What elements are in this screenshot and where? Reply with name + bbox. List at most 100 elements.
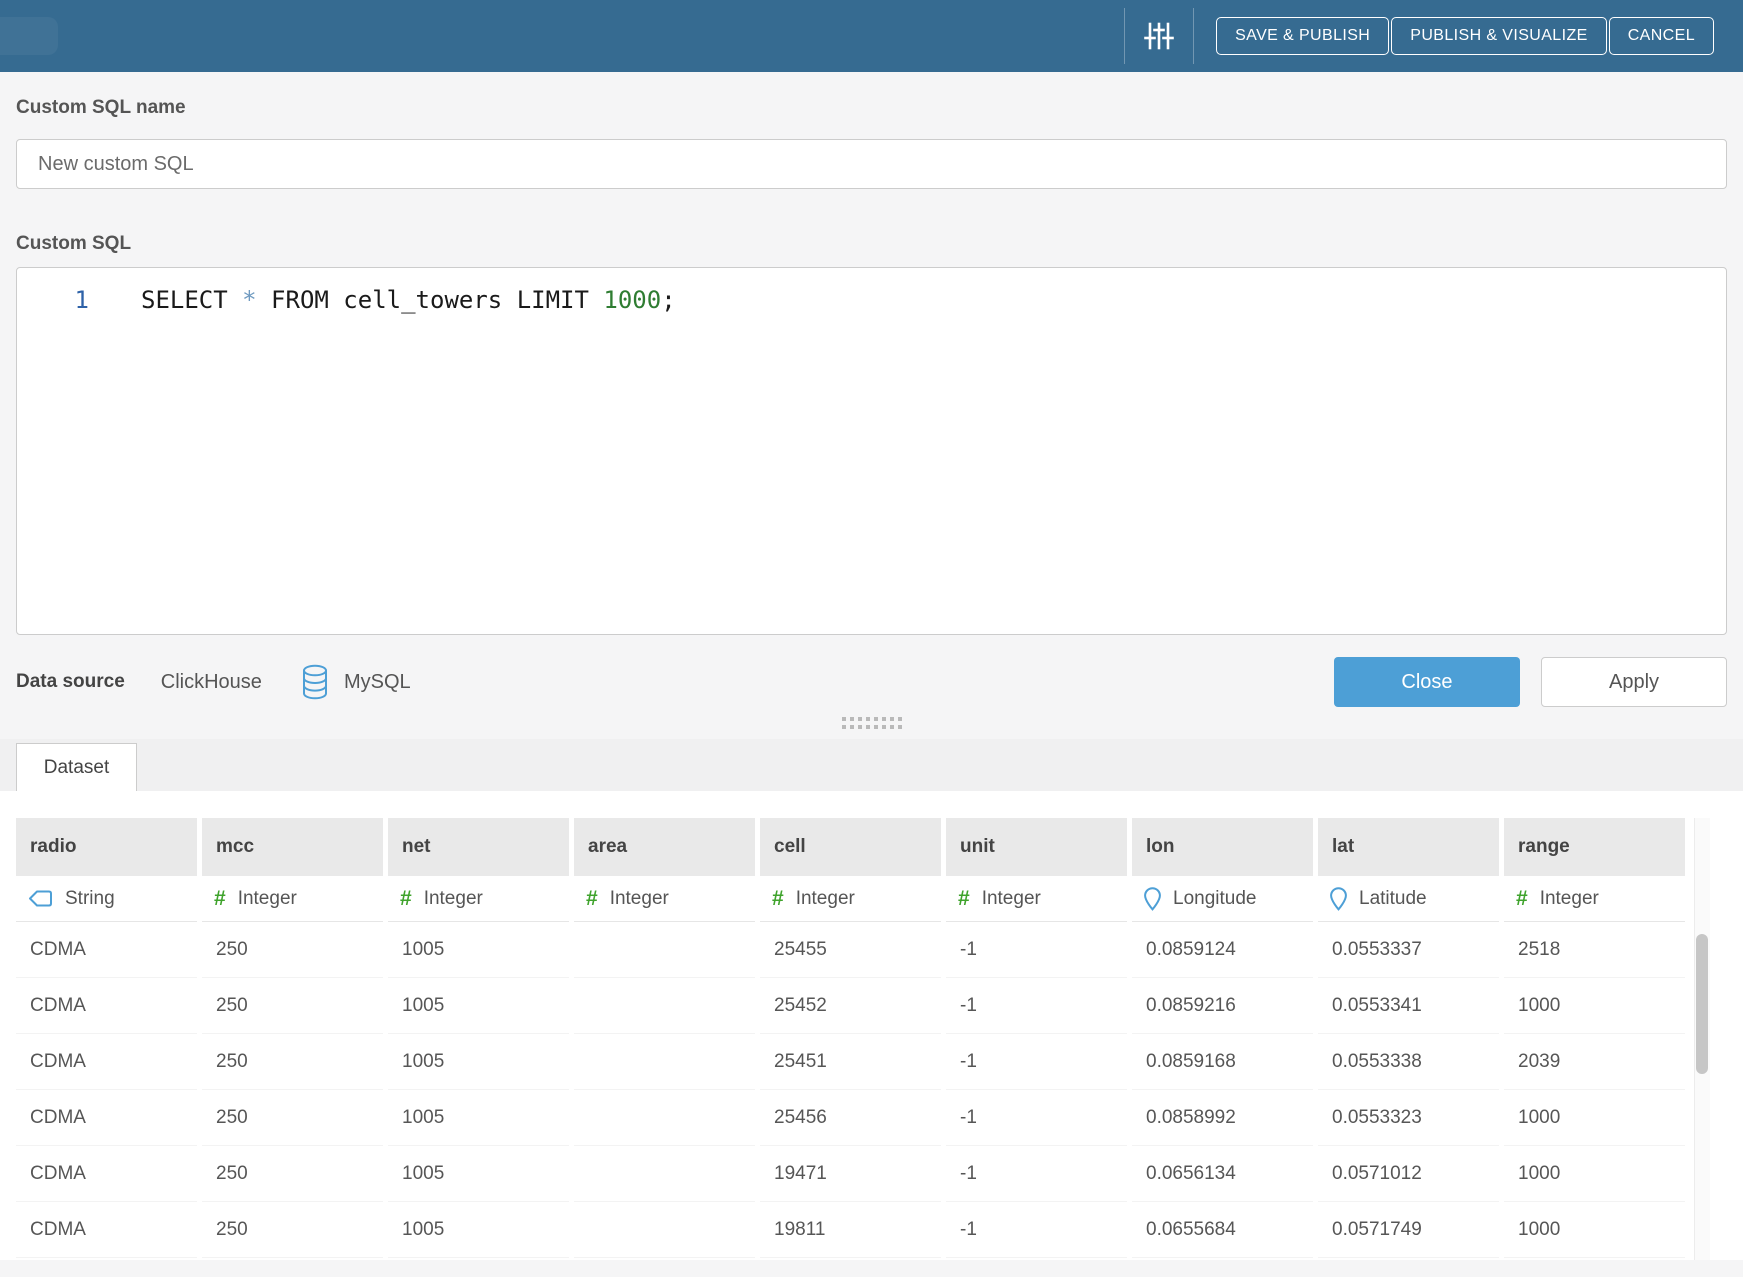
cell-mcc: 250 <box>202 922 383 978</box>
string-type-icon <box>28 889 53 908</box>
data-source-options: ClickHouse MySQL <box>125 664 411 700</box>
column-header-cell[interactable]: cell <box>760 818 941 876</box>
panel-splitter[interactable] <box>0 707 1743 739</box>
cell-lon: 0.0656134 <box>1132 1146 1313 1202</box>
column-header-radio[interactable]: radio <box>16 818 197 876</box>
save-publish-button[interactable]: SAVE & PUBLISH <box>1216 17 1389 55</box>
cell-mcc: 250 <box>202 978 383 1034</box>
table-type-row: String#Integer#Integer#Integer#Integer#I… <box>16 876 1743 922</box>
integer-type-icon: # <box>400 887 412 911</box>
table-row: CDMA250100525455-10.08591240.05533372518 <box>16 922 1743 978</box>
code-line: 1 SELECT * FROM cell_towers LIMIT 1000; <box>17 268 1726 315</box>
column-type-label: Integer <box>1540 888 1599 910</box>
column-type-mcc: #Integer <box>202 876 383 922</box>
cell-cell: 19471 <box>760 1146 941 1202</box>
cell-net: 1005 <box>388 1090 569 1146</box>
cell-net: 1005 <box>388 922 569 978</box>
column-type-label: Integer <box>796 888 855 910</box>
cell-range: 2039 <box>1504 1034 1685 1090</box>
tab-dataset[interactable]: Dataset <box>16 743 137 791</box>
column-header-net[interactable]: net <box>388 818 569 876</box>
cell-mcc: 250 <box>202 1090 383 1146</box>
column-type-lat: Latitude <box>1318 876 1499 922</box>
cell-lat: 0.0553338 <box>1318 1034 1499 1090</box>
cell-lat: 0.0553341 <box>1318 978 1499 1034</box>
column-header-range[interactable]: range <box>1504 818 1685 876</box>
geo-type-icon <box>1330 887 1347 911</box>
cell-range: 1000 <box>1504 978 1685 1034</box>
cell-area <box>574 1202 755 1258</box>
custom-sql-name-label: Custom SQL name <box>16 97 1727 119</box>
cell-lat: 0.0553323 <box>1318 1090 1499 1146</box>
geo-type-icon <box>1144 887 1161 911</box>
close-button[interactable]: Close <box>1334 657 1520 707</box>
table-row: CDMA250100519811-10.06556840.05717491000 <box>16 1202 1743 1258</box>
column-type-cell: # Integer <box>760 876 941 922</box>
column-header-unit[interactable]: unit <box>946 818 1127 876</box>
cell-cell: 25452 <box>760 978 941 1034</box>
cancel-button[interactable]: CANCEL <box>1609 17 1714 55</box>
column-type-label: Integer <box>610 888 669 910</box>
cell-area <box>574 1146 755 1202</box>
cell-area <box>574 1090 755 1146</box>
sql-settings-button[interactable] <box>1127 20 1191 52</box>
sql-code-editor[interactable]: 1 SELECT * FROM cell_towers LIMIT 1000; <box>16 267 1727 635</box>
integer-type-icon: # <box>772 887 784 911</box>
custom-sql-name-input[interactable] <box>16 139 1727 189</box>
cell-lon: 0.0859124 <box>1132 922 1313 978</box>
top-toolbar: SAVE & PUBLISHPUBLISH & VISUALIZECANCEL <box>0 0 1743 72</box>
cell-lon: 0.0859168 <box>1132 1034 1313 1090</box>
column-type-label: Integer <box>982 888 1041 910</box>
cell-mcc: 250 <box>202 1202 383 1258</box>
cell-area <box>574 1034 755 1090</box>
cell-range: 1000 <box>1504 1202 1685 1258</box>
cell-radio: CDMA <box>16 1202 197 1258</box>
column-header-mcc[interactable]: mcc <box>202 818 383 876</box>
column-header-area[interactable]: area <box>574 818 755 876</box>
code-line-content: SELECT * FROM cell_towers LIMIT 1000; <box>89 285 676 315</box>
cell-unit: -1 <box>946 1090 1127 1146</box>
cell-radio: CDMA <box>16 1146 197 1202</box>
cell-range: 2518 <box>1504 922 1685 978</box>
table-row: CDMA250100525451-10.08591680.05533382039 <box>16 1034 1743 1090</box>
data-source-option-mysql[interactable]: MySQL <box>300 664 411 700</box>
dataset-panel: Dataset radiomccnetareacellunitlonlatran… <box>0 739 1743 1260</box>
topbar-ghost-button[interactable] <box>0 17 58 55</box>
cell-unit: -1 <box>946 1034 1127 1090</box>
column-header-lat[interactable]: lat <box>1318 818 1499 876</box>
cell-net: 1005 <box>388 1146 569 1202</box>
table-body: CDMA250100525455-10.08591240.05533372518… <box>16 922 1743 1258</box>
integer-type-icon: # <box>1516 887 1528 911</box>
sql-token-number: 1000 <box>603 286 661 314</box>
cell-mcc: 250 <box>202 1034 383 1090</box>
column-type-unit: # Integer <box>946 876 1127 922</box>
integer-type-icon: # <box>958 887 970 911</box>
column-type-area: # Integer <box>574 876 755 922</box>
publish-visualize-button[interactable]: PUBLISH & VISUALIZE <box>1391 17 1606 55</box>
table-scrollbar-thumb[interactable] <box>1696 934 1708 1074</box>
dataset-tabstrip: Dataset <box>0 739 1743 791</box>
apply-button[interactable]: Apply <box>1541 657 1727 707</box>
dataset-preview-table: radiomccnetareacellunitlonlatrange Strin… <box>0 791 1743 1258</box>
database-icon <box>300 664 330 700</box>
cell-lon: 0.0859216 <box>1132 978 1313 1034</box>
column-type-radio: String <box>16 876 197 922</box>
cell-lat: 0.0553337 <box>1318 922 1499 978</box>
column-type-lon: Longitude <box>1132 876 1313 922</box>
custom-sql-label: Custom SQL <box>16 233 1727 255</box>
topbar-buttons: SAVE & PUBLISHPUBLISH & VISUALIZECANCEL <box>1216 17 1714 55</box>
toolbar-divider <box>1193 8 1194 64</box>
cell-unit: -1 <box>946 978 1127 1034</box>
sliders-icon <box>1143 20 1175 52</box>
sql-token-operator: * <box>242 286 256 314</box>
integer-type-icon: # <box>586 887 598 911</box>
cell-cell: 25455 <box>760 922 941 978</box>
column-header-lon[interactable]: lon <box>1132 818 1313 876</box>
splitter-handle-icon[interactable] <box>842 717 902 729</box>
table-row: CDMA250100525452-10.08592160.05533411000 <box>16 978 1743 1034</box>
cell-unit: -1 <box>946 1146 1127 1202</box>
table-row: CDMA250100519471-10.06561340.05710121000 <box>16 1146 1743 1202</box>
data-source-option-clickhouse[interactable]: ClickHouse <box>161 671 262 694</box>
cell-net: 1005 <box>388 1202 569 1258</box>
sql-token-plain: ; <box>661 286 675 314</box>
